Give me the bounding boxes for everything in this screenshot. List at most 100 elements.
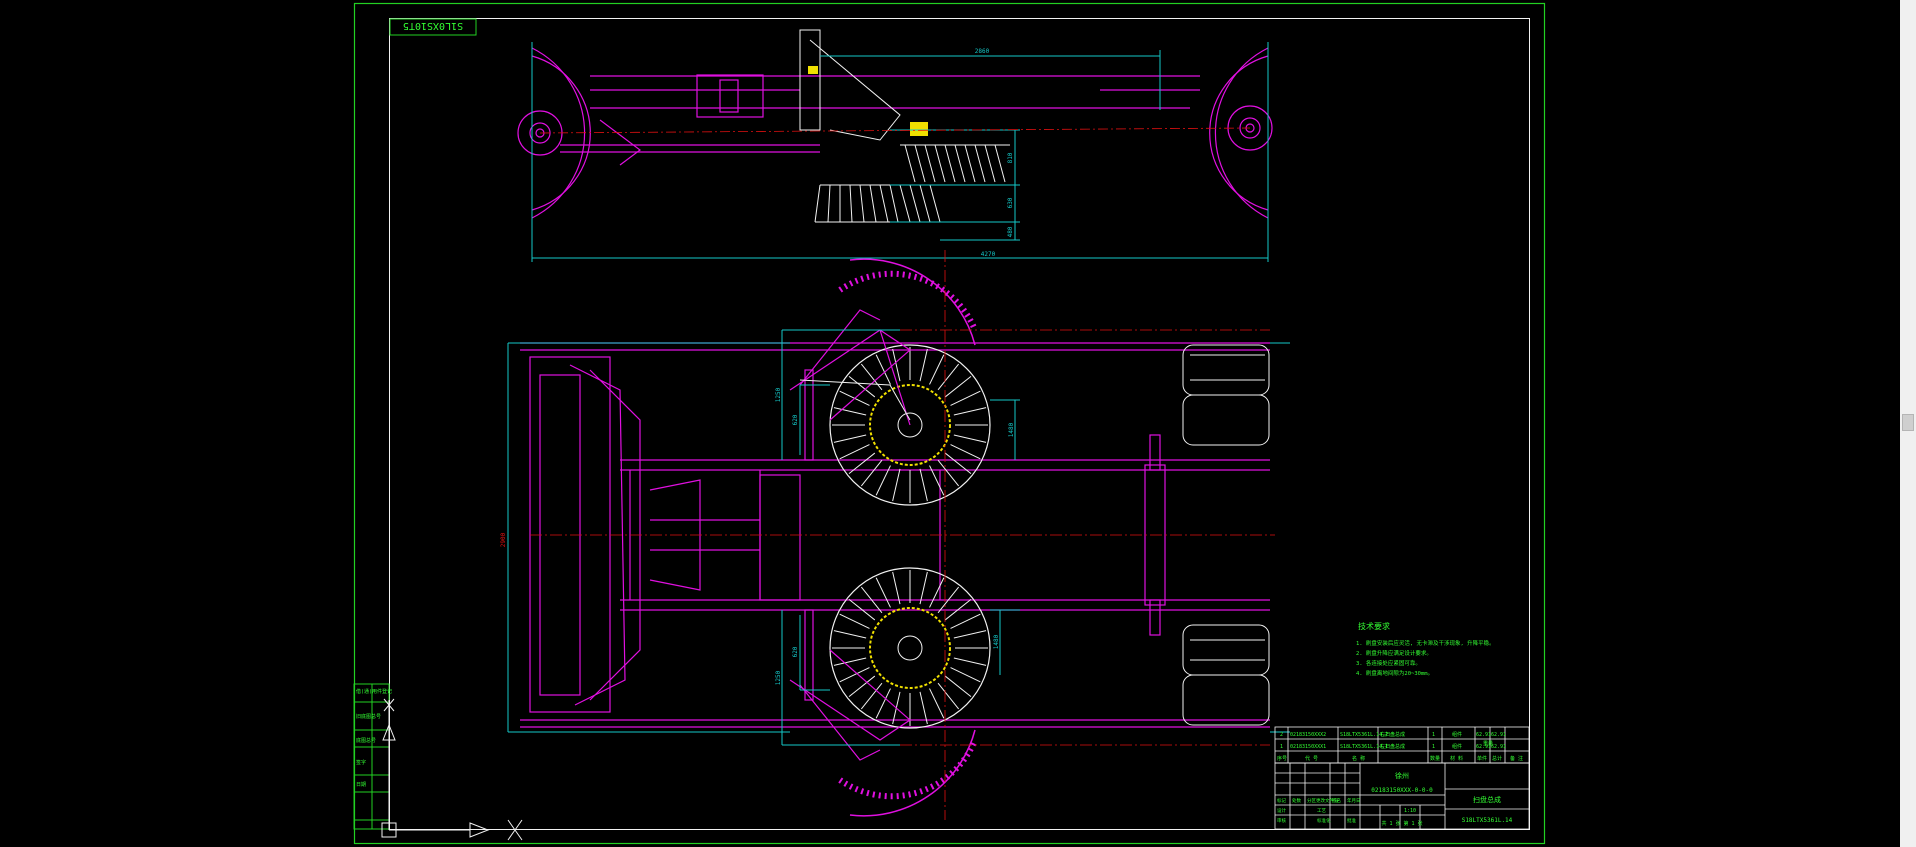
note-4: 4. 刷盘离地间隙为20~30mm。 xyxy=(1356,669,1433,677)
ucs-icon xyxy=(381,698,523,841)
svg-text:62.91: 62.91 xyxy=(1491,744,1506,750)
brush-spoke xyxy=(875,577,891,608)
brush-spoke xyxy=(929,354,945,385)
right-wheel-side xyxy=(1209,47,1273,219)
brush-spoke xyxy=(950,613,981,629)
note-2: 2. 刷盘升降应满足设计要求。 xyxy=(1356,649,1432,657)
brush-spoke xyxy=(953,434,987,443)
brush-spoke xyxy=(919,348,928,382)
dim-plan-left-lower: 1250 xyxy=(775,670,782,685)
chassis-side xyxy=(560,74,1200,166)
brush-spoke xyxy=(944,675,972,698)
svg-text:代 号: 代 号 xyxy=(1305,755,1318,762)
svg-text:02183150XXX1: 02183150XXX1 xyxy=(1290,744,1326,750)
brush-spoke xyxy=(860,459,883,487)
title-role-labels: 设计 审核 工艺 标准化 批准 xyxy=(1277,807,1356,824)
svg-text:数量: 数量 xyxy=(1430,755,1440,762)
svg-text:设计: 设计 xyxy=(1277,807,1286,814)
notes-title: 技术要求 xyxy=(1358,621,1390,631)
technical-notes: 技术要求 1. 刷盘安装后应灵活, 无卡滞及干涉现象, 升降平稳。 2. 刷盘升… xyxy=(1356,621,1495,677)
lower-brush-arc xyxy=(838,738,978,800)
title-left-labels: 标记 处数 分区 更改文件号 签名 年月日 xyxy=(1277,797,1361,804)
lower-arm-linkage xyxy=(789,609,911,761)
side-column-labels: 借(通)用件登记 旧底图总号 底图总号 签字 日期 xyxy=(356,688,392,788)
brush-spoke xyxy=(953,657,987,666)
brush-spoke xyxy=(937,459,960,487)
svg-text:签名: 签名 xyxy=(1332,797,1341,804)
svg-text:1: 1 xyxy=(1280,744,1283,750)
svg-text:工艺: 工艺 xyxy=(1317,808,1326,814)
svg-text:批准: 批准 xyxy=(1347,817,1356,824)
svg-text:总计: 总计 xyxy=(1492,755,1502,762)
brush-spoke xyxy=(833,434,867,443)
dim-top-upper: 2860 xyxy=(975,48,990,55)
brush-spoke xyxy=(839,444,870,460)
dim-plan-left-upper: 1250 xyxy=(775,387,782,402)
svg-text:序号: 序号 xyxy=(1277,755,1287,762)
cad-drawing-viewport[interactable]: S1L0XS10T5 4270 2860 810 630 480 1250 62… xyxy=(0,0,1916,847)
svg-text:单件: 单件 xyxy=(1477,755,1487,762)
dim-top-right-2: 630 xyxy=(1007,197,1014,208)
svg-text:标记: 标记 xyxy=(1277,797,1286,804)
svg-text:62.91: 62.91 xyxy=(1476,732,1491,738)
dim-plan-left-inner-lower: 620 xyxy=(792,646,799,657)
side-elevation-view: 4270 2860 810 630 480 xyxy=(517,29,1273,262)
title-sheets: 共 1 张 第 1 张 xyxy=(1381,820,1422,827)
svg-text:底图总号: 底图总号 xyxy=(356,737,376,744)
dim-plan-overall: 2900 xyxy=(500,532,507,547)
dim-plan-right-lower: 1480 xyxy=(993,634,1000,649)
cad-drawing-canvas[interactable]: S1L0XS10T5 4270 2860 810 630 480 1250 62… xyxy=(0,0,1900,847)
dim-top-right-3: 480 xyxy=(1007,226,1014,237)
brush-spoke xyxy=(950,667,981,683)
brush-spoke xyxy=(937,682,960,710)
svg-text:左扫盘总成: 左扫盘总成 xyxy=(1380,743,1405,750)
svg-text:签字: 签字 xyxy=(356,759,366,766)
svg-text:旧底图总号: 旧底图总号 xyxy=(356,713,381,720)
brush-mechanism-side xyxy=(799,29,1010,223)
brush-spoke xyxy=(833,657,867,666)
brush-spoke xyxy=(892,468,901,502)
note-3: 3. 各连接处应紧固可靠。 xyxy=(1356,659,1421,667)
svg-text:年月日: 年月日 xyxy=(1347,797,1361,804)
title-project-code: 02183150XXX-0-0-0 xyxy=(1371,787,1433,794)
svg-text:审核: 审核 xyxy=(1277,817,1286,824)
svg-text:右扫盘总成: 右扫盘总成 xyxy=(1380,731,1405,738)
brush-spoke xyxy=(839,613,870,629)
svg-text:备 注: 备 注 xyxy=(1510,755,1523,762)
brush-spoke xyxy=(953,407,987,416)
plan-view: 1250 620 1480 1250 620 1480 2900 xyxy=(500,250,1290,820)
vertical-scrollbar[interactable] xyxy=(1900,0,1916,847)
dim-plan-left-inner-upper: 620 xyxy=(792,414,799,425)
title-drawing-name: 扫盘总成 xyxy=(1473,795,1501,804)
brush-spoke xyxy=(919,571,928,605)
svg-text:2: 2 xyxy=(1280,732,1283,738)
lower-brush-disc xyxy=(829,567,991,729)
brush-spoke xyxy=(937,363,960,391)
stamp-box: S1L0XS10T5 xyxy=(389,18,477,36)
svg-text:标准化: 标准化 xyxy=(1317,817,1331,824)
svg-text:62.91: 62.91 xyxy=(1491,732,1506,738)
svg-text:处数: 处数 xyxy=(1292,797,1301,804)
scrollbar-thumb[interactable] xyxy=(1902,414,1914,431)
svg-text:组件: 组件 xyxy=(1452,731,1462,738)
brush-spoke xyxy=(950,444,981,460)
dim-plan-right-upper: 1480 xyxy=(1008,422,1015,437)
svg-text:1: 1 xyxy=(1432,744,1435,750)
brush-spoke xyxy=(892,348,901,382)
title-scale: 1:10 xyxy=(1404,808,1416,814)
title-company: 徐州 xyxy=(1395,771,1409,780)
svg-text:借(通)用件登记: 借(通)用件登记 xyxy=(356,688,392,695)
svg-text:日期: 日期 xyxy=(356,782,366,788)
dim-top-overall: 4270 xyxy=(981,251,996,258)
stamp-label: S1L0XS10T5 xyxy=(403,20,463,31)
bom-row-1: 1 02183150XXX1 S18LTX5361L.14.1 左扫盘总成 1 … xyxy=(1280,743,1506,750)
side-column xyxy=(353,683,390,830)
brush-spoke xyxy=(950,390,981,406)
front-cab-plan xyxy=(529,356,641,713)
svg-text:02183150XXX2: 02183150XXX2 xyxy=(1290,732,1326,738)
brush-spoke xyxy=(929,688,945,719)
svg-text:材 料: 材 料 xyxy=(1450,755,1463,762)
note-1: 1. 刷盘安装后应灵活, 无卡滞及干涉现象, 升降平稳。 xyxy=(1356,639,1495,647)
brush-spoke xyxy=(833,630,867,639)
title-drawing-number: S18LTX5361L.14 xyxy=(1462,817,1513,824)
